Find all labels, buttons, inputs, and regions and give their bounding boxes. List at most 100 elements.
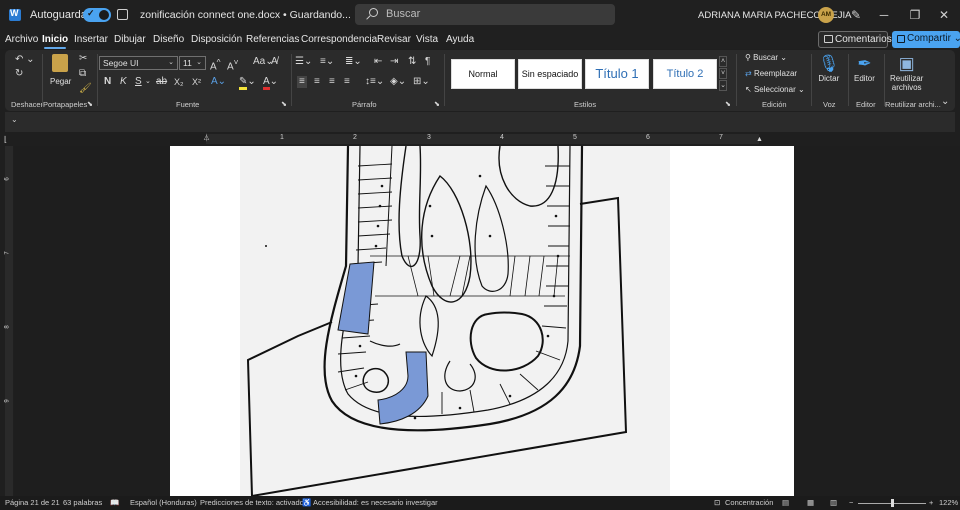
styles-gallery-scroll[interactable]: ˄ ˅ ⌄ [719, 56, 727, 92]
autosave-toggle[interactable]: ✓ [83, 8, 111, 22]
share-button[interactable]: Compartir ⌄ [892, 31, 960, 48]
redo-icon[interactable]: ↻ [15, 68, 23, 80]
show-marks-icon[interactable]: ¶ [425, 56, 430, 68]
paste-button[interactable]: Pegar [49, 54, 71, 94]
indent-marker[interactable]: ⏃ [203, 133, 210, 143]
tab-disposicion[interactable]: Disposición [191, 34, 242, 45]
page-count[interactable]: Página 21 de 21 [5, 498, 60, 507]
clear-formatting-icon[interactable]: A̸ [271, 56, 278, 68]
justify-icon[interactable]: ≡ [344, 76, 350, 88]
style-titulo-2[interactable]: Título 2 [653, 59, 717, 89]
tab-correspondencia[interactable]: Correspondencia [301, 34, 377, 45]
horizontal-ruler[interactable]: 1 2 3 4 5 6 7 ⏃ ▲ [170, 134, 794, 144]
comments-button[interactable]: Comentarios [818, 31, 892, 48]
maximize-button[interactable]: ❐ [905, 6, 925, 24]
close-button[interactable]: ✕ [934, 6, 954, 24]
document-page[interactable] [170, 146, 794, 496]
focus-icon[interactable]: ⊡ [714, 498, 720, 507]
chevron-down-icon[interactable]: ⌄ [145, 76, 151, 88]
web-layout-icon[interactable]: ▥ [830, 498, 837, 507]
accessibility-icon[interactable]: ♿ [302, 498, 311, 507]
chevron-up-icon[interactable]: ˄ [719, 56, 727, 67]
grow-font-icon[interactable]: A^ [210, 56, 221, 73]
editor-button[interactable]: ✒ Editor [854, 54, 875, 83]
select-button[interactable]: ↖ Seleccionar ⌄ [745, 85, 805, 94]
search-box[interactable]: Buscar [355, 4, 615, 25]
highlight-icon[interactable]: ✎⌄ [239, 76, 256, 90]
tab-ayuda[interactable]: Ayuda [446, 34, 474, 45]
pen-icon[interactable]: ✎ [851, 8, 861, 22]
align-right-icon[interactable]: ≡ [329, 76, 335, 88]
save-icon[interactable] [117, 9, 128, 20]
font-color-icon[interactable]: A⌄ [263, 76, 278, 90]
minimize-button[interactable]: ─ [874, 6, 894, 24]
find-button[interactable]: ⚲ Buscar ⌄ [745, 53, 787, 62]
sort-icon[interactable]: ⇅ [408, 56, 416, 68]
decrease-indent-icon[interactable]: ⇤ [374, 56, 382, 68]
collapse-ribbon-icon[interactable]: ⌄ [941, 96, 949, 108]
subscript-button[interactable]: X₂ [174, 76, 184, 88]
multilevel-list-icon[interactable]: ≣⌄ [345, 56, 362, 68]
focus-mode-button[interactable]: Concentración [725, 498, 773, 507]
font-name-select[interactable]: Segoe UI ⌄ [99, 56, 178, 70]
strikethrough-button[interactable]: ab [156, 76, 167, 88]
tab-archivo[interactable]: Archivo [5, 34, 38, 45]
proofing-icon[interactable]: 📖 [110, 498, 119, 507]
numbering-icon[interactable]: ≡⌄ [320, 56, 334, 68]
underline-button[interactable]: S [135, 76, 142, 88]
right-indent-marker[interactable]: ▲ [756, 136, 763, 143]
line-spacing-icon[interactable]: ↕≡⌄ [365, 76, 384, 88]
reuse-files-button[interactable]: ▣ Reutilizar archivos [890, 54, 923, 92]
align-left-icon[interactable]: ≡ [297, 76, 307, 88]
dialog-launcher-icon[interactable]: ⬊ [434, 99, 440, 111]
font-size-select[interactable]: 11 ⌄ [179, 56, 206, 70]
zoom-out-icon[interactable]: − [849, 498, 853, 507]
italic-button[interactable]: K [120, 76, 127, 88]
style-normal[interactable]: Normal [451, 59, 515, 89]
borders-icon[interactable]: ⊞⌄ [413, 76, 430, 88]
dialog-launcher-icon[interactable]: ⬊ [725, 99, 731, 111]
accessibility-status[interactable]: Accesibilidad: es necesario investigar [313, 498, 438, 507]
shading-icon[interactable]: ◈⌄ [390, 76, 406, 88]
tab-diseno[interactable]: Diseño [153, 34, 184, 45]
chevron-down-icon[interactable]: ˅ [719, 68, 727, 79]
tab-vista[interactable]: Vista [416, 34, 438, 45]
bold-button[interactable]: N [104, 76, 111, 88]
replace-button[interactable]: ⇄ Reemplazar [745, 69, 797, 78]
tab-dibujar[interactable]: Dibujar [114, 34, 146, 45]
language-status[interactable]: Español (Honduras) [130, 498, 197, 507]
bullets-icon[interactable]: ☰⌄ [295, 56, 312, 68]
tab-selector-icon[interactable]: ⌊ [4, 134, 7, 146]
copy-icon[interactable]: ⧉ [79, 68, 86, 80]
format-painter-icon[interactable]: 🖌 [79, 83, 92, 95]
text-predictions-status[interactable]: Predicciones de texto: activado [200, 498, 304, 507]
tab-insertar[interactable]: Insertar [74, 34, 108, 45]
shrink-font-icon[interactable]: A˅ [227, 56, 239, 73]
read-mode-icon[interactable]: ▤ [782, 498, 789, 507]
customize-toolbar-icon[interactable]: ⌄ [11, 115, 18, 124]
undo-icon[interactable]: ↶ ⌄ [15, 54, 35, 66]
text-effects-icon[interactable]: A⌄ [211, 76, 226, 88]
vertical-ruler[interactable]: 6 7 8 9 [5, 146, 13, 496]
tab-referencias[interactable]: Referencias [246, 34, 299, 45]
zoom-slider-thumb[interactable] [891, 499, 894, 507]
cut-icon[interactable]: ✂ [79, 53, 87, 65]
increase-indent-icon[interactable]: ⇥ [390, 56, 398, 68]
superscript-button[interactable]: X² [192, 76, 201, 88]
print-layout-icon[interactable]: ▦ [807, 498, 814, 507]
dialog-launcher-icon[interactable]: ⬊ [281, 99, 287, 111]
style-titulo-1[interactable]: Título 1 [585, 59, 649, 89]
avatar[interactable]: AM [818, 7, 834, 23]
dictate-button[interactable]: 🎙 Dictar [818, 54, 840, 83]
align-center-icon[interactable]: ≡ [314, 76, 320, 88]
tab-revisar[interactable]: Revisar [377, 34, 411, 45]
document-filename[interactable]: zonificación connect one.docx • Guardand… [140, 9, 363, 21]
search-icon [369, 8, 378, 17]
word-count[interactable]: 63 palabras [63, 498, 102, 507]
more-icon[interactable]: ⌄ [719, 80, 727, 91]
style-sin-espaciado[interactable]: Sin espaciado [518, 59, 582, 89]
dialog-launcher-icon[interactable]: ⬊ [87, 99, 93, 111]
tab-inicio[interactable]: Inicio [42, 34, 68, 49]
zoom-level[interactable]: 122% [939, 498, 958, 507]
zoom-in-icon[interactable]: + [929, 498, 933, 507]
